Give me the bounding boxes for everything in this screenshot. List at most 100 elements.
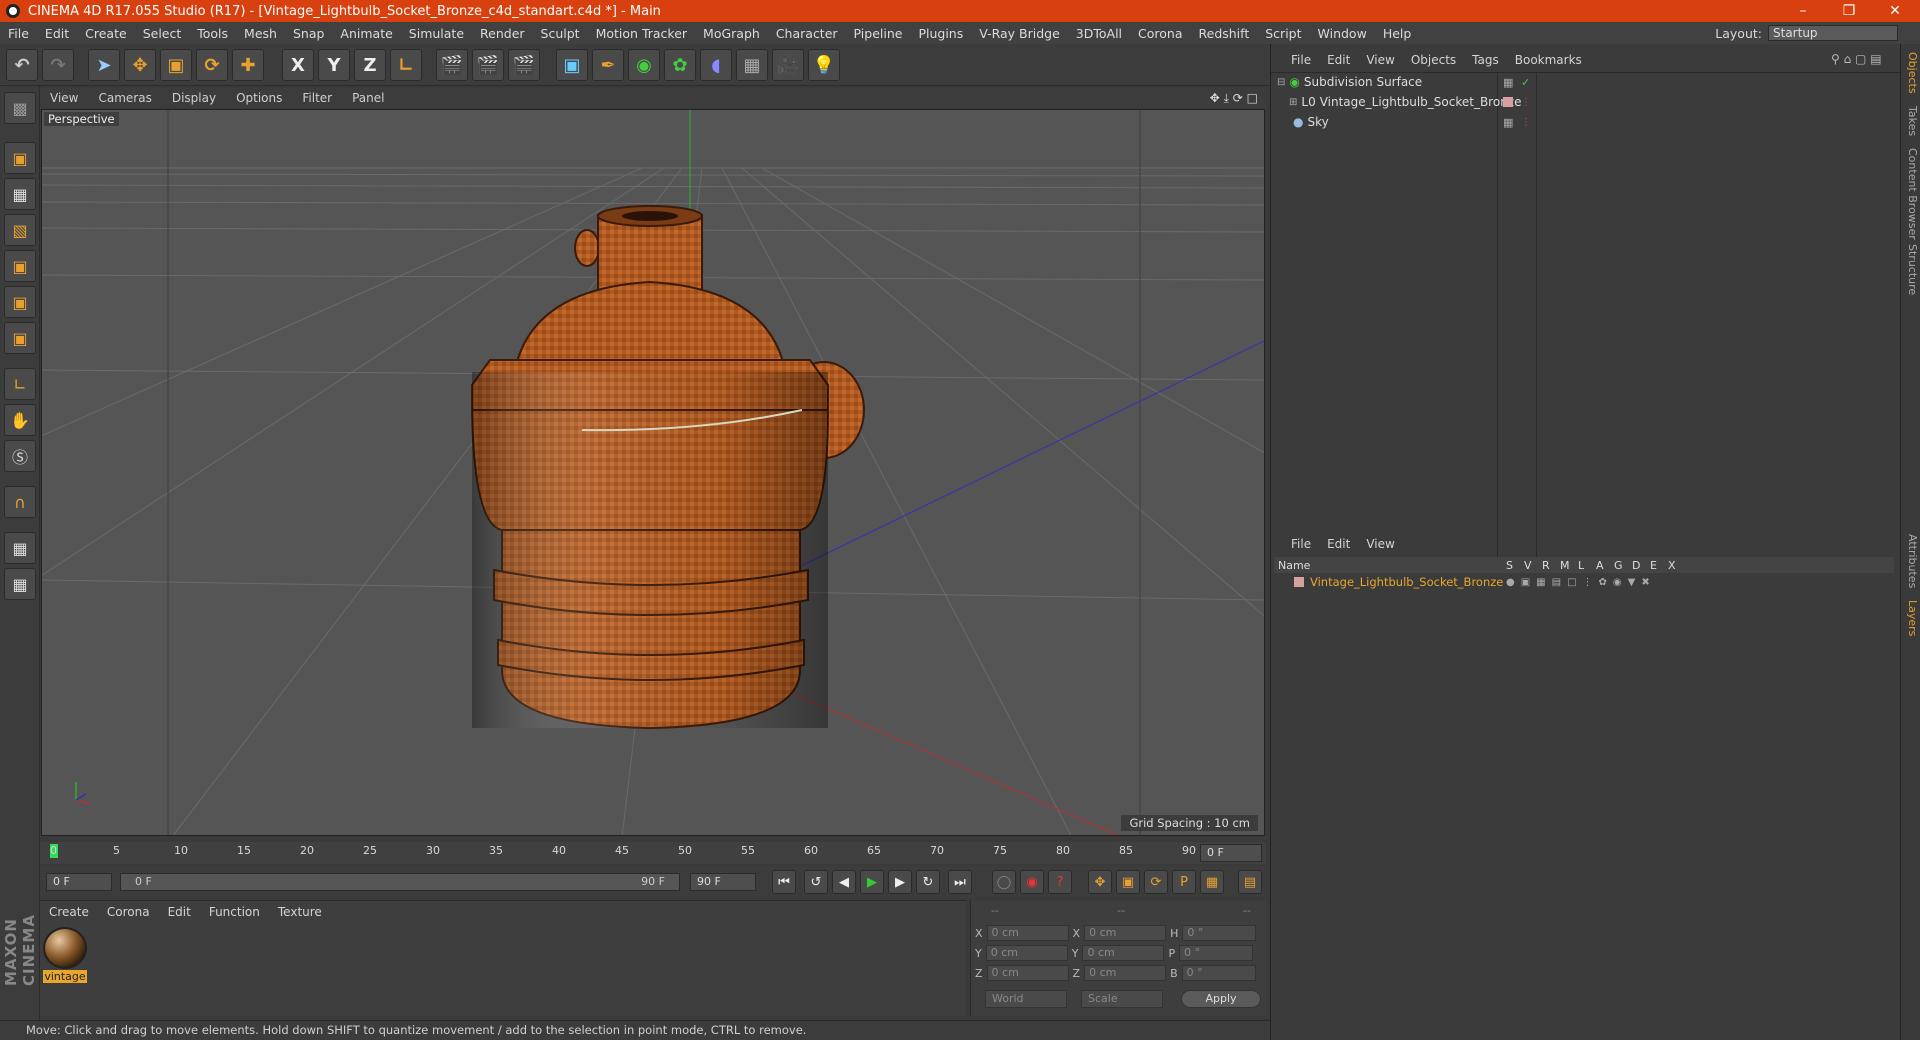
obj-menu-tags[interactable]: Tags — [1464, 53, 1507, 67]
menu-sculpt[interactable]: Sculpt — [533, 26, 588, 41]
collapse-icon[interactable]: ⊟ — [1277, 77, 1285, 88]
size-mode-dropdown[interactable]: Scale — [1081, 990, 1163, 1008]
vp-menu-view[interactable]: View — [40, 91, 88, 105]
tab-structure[interactable]: Structure — [1903, 244, 1919, 295]
size-y-field[interactable]: 0 cm — [1082, 945, 1165, 961]
model-mode-icon[interactable]: ▣ — [4, 142, 36, 174]
menu-animate[interactable]: Animate — [332, 26, 400, 41]
axis-y-button[interactable]: Y — [318, 49, 350, 81]
deformer-icon[interactable]: ◖ — [700, 49, 732, 81]
rotation-h-field[interactable]: 0 ° — [1182, 925, 1257, 941]
points-mode-icon[interactable]: ▣ — [4, 250, 36, 282]
autokey-icon[interactable]: ◉ — [1020, 870, 1044, 894]
vp-menu-display[interactable]: Display — [162, 91, 226, 105]
tab-content-browser[interactable]: Content Browser — [1903, 148, 1919, 240]
layer-color-icon[interactable] — [1294, 577, 1304, 587]
redo-icon[interactable]: ↷ — [42, 49, 74, 81]
obj-menu-file[interactable]: File — [1283, 53, 1319, 67]
light-icon[interactable]: 💡 — [808, 49, 840, 81]
keyframe-selection-icon[interactable]: ? — [1048, 870, 1072, 894]
texture-mode-icon[interactable]: ▦ — [4, 178, 36, 210]
menu-corona[interactable]: Corona — [1130, 26, 1190, 41]
menu-snap[interactable]: Snap — [285, 26, 332, 41]
close-icon[interactable]: ✕ — [1872, 0, 1918, 22]
tab-objects[interactable]: Objects — [1903, 52, 1919, 94]
workplane-lock-icon[interactable]: ▦ — [4, 532, 36, 564]
material-swatch[interactable]: vintage — [43, 927, 87, 983]
object-row-subdivision-surface[interactable]: ⊟ ◉ Subdivision Surface ▦ ✓ — [1271, 73, 1893, 91]
end-frame-field[interactable]: 90 F — [690, 873, 756, 891]
mat-menu-edit[interactable]: Edit — [159, 905, 200, 919]
menu-tools[interactable]: Tools — [189, 26, 236, 41]
layer-menu-edit[interactable]: Edit — [1319, 537, 1358, 551]
menu-mesh[interactable]: Mesh — [236, 26, 285, 41]
menu-redshift[interactable]: Redshift — [1191, 26, 1258, 41]
apply-button[interactable]: Apply — [1181, 990, 1261, 1008]
render-picture-viewer-icon[interactable]: 🎬 — [472, 49, 504, 81]
next-frame-icon[interactable]: ▶ — [888, 870, 912, 894]
rotate-tool-icon[interactable]: ⟳ — [196, 49, 228, 81]
menu-plugins[interactable]: Plugins — [910, 26, 971, 41]
obj-menu-edit[interactable]: Edit — [1319, 53, 1358, 67]
3d-viewport[interactable]: Perspective Grid Spacing : 10 cm — [41, 109, 1265, 836]
layer-menu-file[interactable]: File — [1283, 537, 1319, 551]
object-row-vintage-socket[interactable]: ⊞ L0 Vintage_Lightbulb_Socket_Bronze ⋮ — [1271, 93, 1893, 111]
minimize-icon[interactable]: – — [1780, 0, 1826, 22]
rotation-b-field[interactable]: 0 ° — [1181, 965, 1256, 981]
cube-primitive-icon[interactable]: ▣ — [556, 49, 588, 81]
key-pla-icon[interactable]: ▦ — [1200, 870, 1224, 894]
obj-menu-bookmarks[interactable]: Bookmarks — [1507, 53, 1590, 67]
vp-menu-options[interactable]: Options — [226, 91, 292, 105]
coordinate-system-icon[interactable]: ∟ — [390, 49, 422, 81]
layer-menu-view[interactable]: View — [1358, 537, 1402, 551]
mat-menu-function[interactable]: Function — [200, 905, 269, 919]
edges-mode-icon[interactable]: ▣ — [4, 286, 36, 318]
current-frame-field[interactable]: 0 F — [1200, 844, 1262, 862]
next-key-icon[interactable]: ↻ — [916, 870, 940, 894]
menu-script[interactable]: Script — [1257, 26, 1309, 41]
move-tool-icon[interactable]: ✥ — [124, 49, 156, 81]
menu-render[interactable]: Render — [472, 26, 533, 41]
previous-frame-icon[interactable]: ◀ — [832, 870, 856, 894]
start-frame-field[interactable]: 0 F — [46, 873, 112, 891]
menu-simulate[interactable]: Simulate — [401, 26, 472, 41]
expand-icon[interactable]: ⊞ — [1289, 97, 1297, 108]
vp-menu-panel[interactable]: Panel — [342, 91, 394, 105]
position-x-field[interactable]: 0 cm — [986, 925, 1069, 941]
workplane-icon[interactable]: ▧ — [4, 214, 36, 246]
key-scale-icon[interactable]: ▣ — [1116, 870, 1140, 894]
visibility-icon[interactable]: ▦ — [1503, 116, 1513, 129]
size-z-field[interactable]: 0 cm — [1084, 965, 1167, 981]
make-editable-icon[interactable]: ▩ — [4, 92, 36, 124]
timeline-window-icon[interactable]: ▤ — [1238, 870, 1262, 894]
position-y-field[interactable]: 0 cm — [985, 945, 1068, 961]
coord-mode-dropdown[interactable]: World — [985, 990, 1067, 1008]
vp-menu-cameras[interactable]: Cameras — [88, 91, 161, 105]
menu-create[interactable]: Create — [77, 26, 135, 41]
magnet-icon[interactable]: ∩ — [4, 486, 36, 518]
object-row-sky[interactable]: ● Sky ▦ ⋮ — [1271, 113, 1893, 131]
axis-mode-icon[interactable]: ∟ — [4, 368, 36, 400]
render-view-icon[interactable]: 🎬 — [436, 49, 468, 81]
enabled-check-icon[interactable]: ✓ — [1521, 76, 1530, 89]
tab-takes[interactable]: Takes — [1903, 106, 1919, 136]
axis-x-button[interactable]: X — [282, 49, 314, 81]
render-settings-icon[interactable]: 🎬 — [508, 49, 540, 81]
vp-menu-filter[interactable]: Filter — [292, 91, 342, 105]
mat-menu-texture[interactable]: Texture — [269, 905, 331, 919]
menu-help[interactable]: Help — [1375, 26, 1420, 41]
mat-menu-create[interactable]: Create — [40, 905, 98, 919]
restore-icon[interactable]: ❐ — [1826, 0, 1872, 22]
menu-select[interactable]: Select — [135, 26, 190, 41]
floor-icon[interactable]: ▦ — [736, 49, 768, 81]
nurbs-icon[interactable]: ◉ — [628, 49, 660, 81]
menu-vray-bridge[interactable]: V-Ray Bridge — [971, 26, 1068, 41]
render-dot-icon[interactable]: ⋮ — [1521, 117, 1531, 128]
axis-z-button[interactable]: Z — [354, 49, 386, 81]
layer-flags-icons[interactable]: ●▣▦▤□⋮✿◉▼✖ — [1506, 577, 1656, 588]
play-icon[interactable]: ▶ — [860, 870, 884, 894]
go-to-end-icon[interactable]: ⏭ — [948, 870, 972, 894]
position-z-field[interactable]: 0 cm — [986, 965, 1069, 981]
record-keys-icon[interactable]: ◯ — [992, 870, 1016, 894]
select-arrow-icon[interactable]: ➤ — [88, 49, 120, 81]
